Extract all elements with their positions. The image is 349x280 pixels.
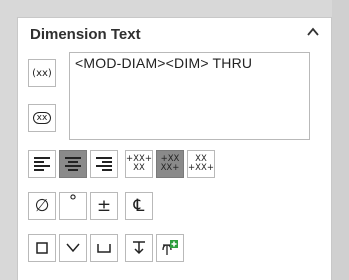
align-right-icon: [96, 157, 112, 171]
add-parentheses-label: (xx): [32, 67, 52, 79]
align-center-button[interactable]: [59, 150, 87, 178]
add-parentheses-button[interactable]: (xx): [28, 59, 56, 87]
inspection-dimension-button[interactable]: xx: [28, 104, 56, 132]
align-left-button[interactable]: [28, 150, 56, 178]
stack-bottom-button[interactable]: XX +XX+: [187, 150, 215, 178]
vertical-scrollbar[interactable]: [332, 0, 349, 280]
depth-symbol-button[interactable]: [125, 234, 153, 262]
degree-symbol-button[interactable]: °: [59, 192, 87, 220]
counterbore-symbol-button[interactable]: [90, 234, 118, 262]
inspection-label: xx: [32, 112, 52, 124]
stack-bottom-line2: +XX+: [188, 163, 214, 173]
stack-top-icon: +XX+ XX: [126, 155, 152, 173]
plus-minus-icon: ±: [96, 195, 112, 216]
dimension-text-panel: Dimension Text (xx) xx <MOD-DIAM><DIM> T…: [17, 17, 332, 280]
plus-minus-symbol-button[interactable]: ±: [90, 192, 118, 220]
centerline-symbol-button[interactable]: ℄: [125, 192, 153, 220]
dimension-text-input[interactable]: <MOD-DIAM><DIM> THRU: [69, 52, 310, 140]
diameter-icon: ∅: [34, 195, 50, 216]
stack-top-line2: XX: [133, 163, 145, 173]
counterbore-icon: [97, 244, 111, 253]
panel-title: Dimension Text: [30, 26, 141, 43]
stack-middle-line2: XX+: [160, 163, 180, 173]
diameter-symbol-button[interactable]: ∅: [28, 192, 56, 220]
countersink-icon: [66, 243, 80, 253]
add-symbol-icon: [162, 240, 178, 255]
stack-middle-button[interactable]: +XX XX+: [156, 150, 184, 178]
align-center-icon: [65, 157, 81, 171]
more-symbols-button[interactable]: [156, 234, 184, 262]
collapse-button[interactable]: [305, 24, 321, 40]
countersink-symbol-button[interactable]: [59, 234, 87, 262]
chevron-up-icon: [307, 27, 319, 36]
degree-icon: °: [68, 191, 78, 212]
align-left-icon: [34, 157, 50, 171]
stack-top-button[interactable]: +XX+ XX: [125, 150, 153, 178]
stack-middle-icon: +XX XX+: [161, 155, 180, 173]
square-symbol-button[interactable]: [28, 234, 56, 262]
square-icon: [36, 242, 48, 254]
centerline-icon: ℄: [133, 195, 145, 216]
stack-bottom-icon: XX +XX+: [188, 155, 214, 173]
depth-icon: [133, 241, 145, 255]
align-right-button[interactable]: [90, 150, 118, 178]
